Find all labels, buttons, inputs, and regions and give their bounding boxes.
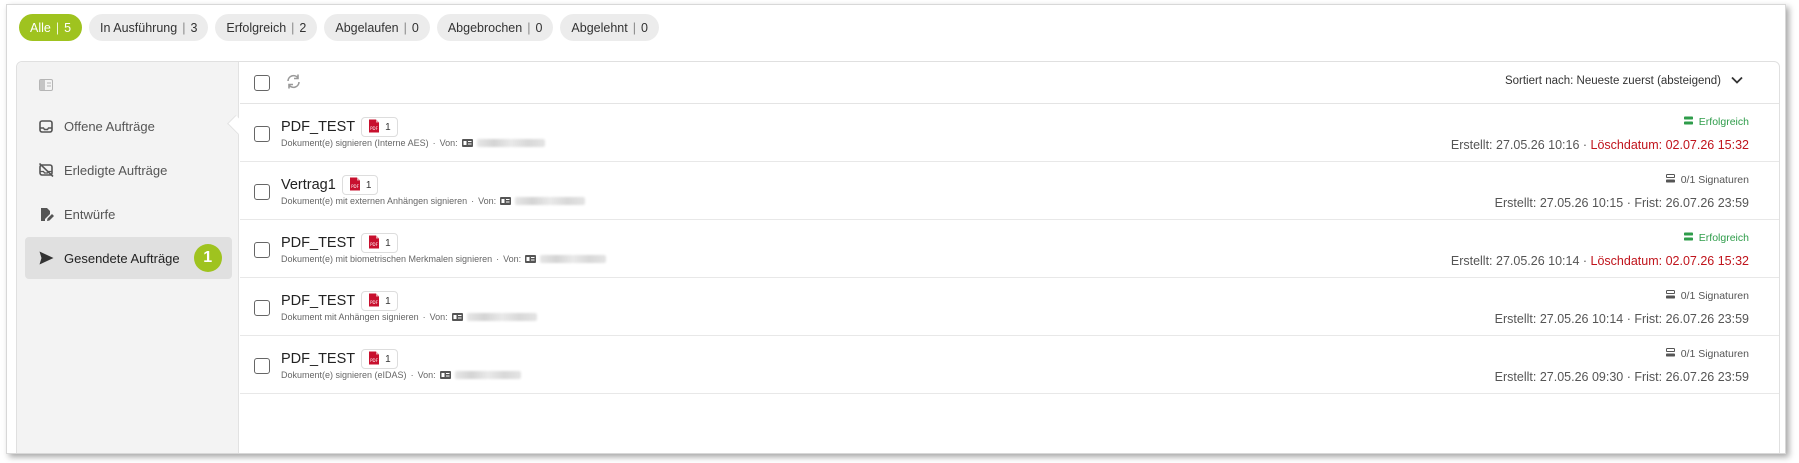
order-name: PDF_TEST <box>281 351 356 367</box>
svg-text:PDF: PDF <box>370 358 378 363</box>
sender-redacted <box>466 313 537 321</box>
chevron-down-icon <box>1731 75 1743 87</box>
order-type: Dokument mit Anhängen signieren <box>281 312 419 322</box>
pdf-attachment-pill[interactable]: PDF 1 <box>361 117 398 137</box>
row-checkbox[interactable] <box>254 126 270 142</box>
orders-list-panel: Sortiert nach: Neueste zuerst (absteigen… <box>240 62 1779 453</box>
sidebar-item-drafts[interactable]: Entwürfe <box>25 193 232 235</box>
filter-chip-expired[interactable]: Abgelaufen | 0 <box>324 14 430 41</box>
order-dates: Erstellt: 27.05.26 10:15 · Frist: 26.07.… <box>1494 196 1749 210</box>
status-success-icon <box>1683 232 1693 244</box>
signature-pending-icon <box>1665 348 1675 360</box>
sidebar-item-completed-orders[interactable]: Erledigte Aufträge <box>25 149 232 191</box>
signature-pending-icon <box>1665 290 1675 302</box>
svg-text:PDF: PDF <box>370 242 378 247</box>
status-badge: 0/1 Signaturen <box>1665 348 1749 360</box>
pdf-file-icon: PDF <box>368 351 380 368</box>
orders-card: Offene Aufträge Erledigte Aufträge Entwü… <box>16 61 1780 453</box>
svg-text:PDF: PDF <box>351 184 359 189</box>
order-row[interactable]: PDF_TEST PDF 1 Dokument(e) mit biometris… <box>240 220 1779 278</box>
from-label: Von: <box>503 254 522 264</box>
pdf-file-icon: PDF <box>368 293 380 310</box>
sender-redacted <box>540 255 607 263</box>
order-dates: Erstellt: 27.05.26 09:30 · Frist: 26.07.… <box>1494 370 1749 384</box>
pdf-attachment-pill[interactable]: PDF 1 <box>361 233 398 253</box>
order-type: Dokument(e) signieren (Interne AES) <box>281 138 429 148</box>
sidebar-item-sent-orders[interactable]: Gesendete Aufträge 1 <box>25 237 232 279</box>
id-card-icon <box>451 313 463 321</box>
row-checkbox[interactable] <box>254 184 270 200</box>
status-badge: 0/1 Signaturen <box>1665 174 1749 186</box>
order-dates: Erstellt: 27.05.26 10:14 · Frist: 26.07.… <box>1494 312 1749 326</box>
order-type: Dokument(e) mit biometrischen Merkmalen … <box>281 254 493 264</box>
pdf-file-icon: PDF <box>368 119 380 136</box>
order-row[interactable]: PDF_TEST PDF 1 Dokument(e) signieren (In… <box>240 104 1779 162</box>
order-dates: Erstellt: 27.05.26 10:14 · Löschdatum: 0… <box>1450 254 1749 268</box>
svg-text:PDF: PDF <box>370 300 378 305</box>
order-name: PDF_TEST <box>281 293 356 309</box>
sidebar-item-open-orders[interactable]: Offene Aufträge <box>25 105 232 147</box>
send-icon <box>38 250 54 266</box>
pdf-file-icon: PDF <box>368 235 380 252</box>
from-label: Von: <box>478 196 497 206</box>
id-card-icon <box>461 139 473 147</box>
sort-dropdown[interactable]: Sortiert nach: Neueste zuerst (absteigen… <box>1505 75 1743 87</box>
order-name: PDF_TEST <box>281 119 356 135</box>
filter-chip-cancelled[interactable]: Abgebrochen | 0 <box>436 14 554 41</box>
pdf-attachment-pill[interactable]: PDF 1 <box>361 349 398 369</box>
status-filter-bar: Alle | 5 In Ausführung | 3 Erfolgreich | 2 Abg… <box>19 14 659 41</box>
svg-text:PDF: PDF <box>370 126 378 131</box>
step-marker-badge: 1 <box>193 244 222 272</box>
order-name: Vertrag1 <box>281 177 336 193</box>
order-row[interactable]: PDF_TEST PDF 1 Dokument mit Anhängen sig… <box>240 278 1779 336</box>
filter-chip-successful[interactable]: Erfolgreich | 2 <box>215 14 318 41</box>
row-checkbox[interactable] <box>254 300 270 316</box>
list-toolbar: Sortiert nach: Neueste zuerst (absteigen… <box>240 62 1779 104</box>
order-type: Dokument(e) signieren (eIDAS) <box>281 370 407 380</box>
order-dates: Erstellt: 27.05.26 10:16 · Löschdatum: 0… <box>1450 138 1749 152</box>
status-success-icon <box>1683 116 1693 128</box>
from-label: Von: <box>439 138 458 148</box>
sender-redacted <box>515 197 586 205</box>
sender-redacted <box>476 139 545 147</box>
row-checkbox[interactable] <box>254 358 270 374</box>
sender-redacted <box>454 371 521 379</box>
filter-chip-all[interactable]: Alle | 5 <box>19 14 83 41</box>
filter-chip-in-progress[interactable]: In Ausführung | 3 <box>89 14 209 41</box>
order-name: PDF_TEST <box>281 235 356 251</box>
row-checkbox[interactable] <box>254 242 270 258</box>
status-badge: 0/1 Signaturen <box>1665 290 1749 302</box>
pdf-file-icon: PDF <box>349 177 361 194</box>
app-frame: Alle | 5 In Ausführung | 3 Erfolgreich | 2 Abg… <box>6 4 1786 454</box>
filter-chip-rejected[interactable]: Abgelehnt | 0 <box>560 14 659 41</box>
status-badge: Erfolgreich <box>1683 116 1749 128</box>
refresh-icon[interactable] <box>285 73 302 95</box>
from-label: Von: <box>417 370 436 380</box>
draft-edit-icon <box>38 206 54 222</box>
inbox-icon <box>38 118 54 134</box>
pdf-attachment-pill[interactable]: PDF 1 <box>361 291 398 311</box>
from-label: Von: <box>429 312 448 322</box>
sidebar: Offene Aufträge Erledigte Aufträge Entwü… <box>17 62 239 453</box>
id-card-icon <box>439 371 451 379</box>
order-type: Dokument(e) mit externen Anhängen signie… <box>281 196 468 206</box>
select-all-checkbox[interactable] <box>254 75 270 91</box>
inbox-crossed-icon <box>38 162 54 178</box>
sidebar-toggle-icon[interactable] <box>39 78 53 96</box>
order-row[interactable]: Vertrag1 PDF 1 Dokument(e) mit externen … <box>240 162 1779 220</box>
sort-label: Sortiert nach: Neueste zuerst (absteigen… <box>1504 75 1721 87</box>
id-card-icon <box>500 197 512 205</box>
status-badge: Erfolgreich <box>1683 232 1749 244</box>
pdf-attachment-pill[interactable]: PDF 1 <box>341 175 379 195</box>
id-card-icon <box>525 255 537 263</box>
order-row[interactable]: PDF_TEST PDF 1 Dokument(e) signieren (eI… <box>240 336 1779 394</box>
signature-pending-icon <box>1665 174 1675 186</box>
